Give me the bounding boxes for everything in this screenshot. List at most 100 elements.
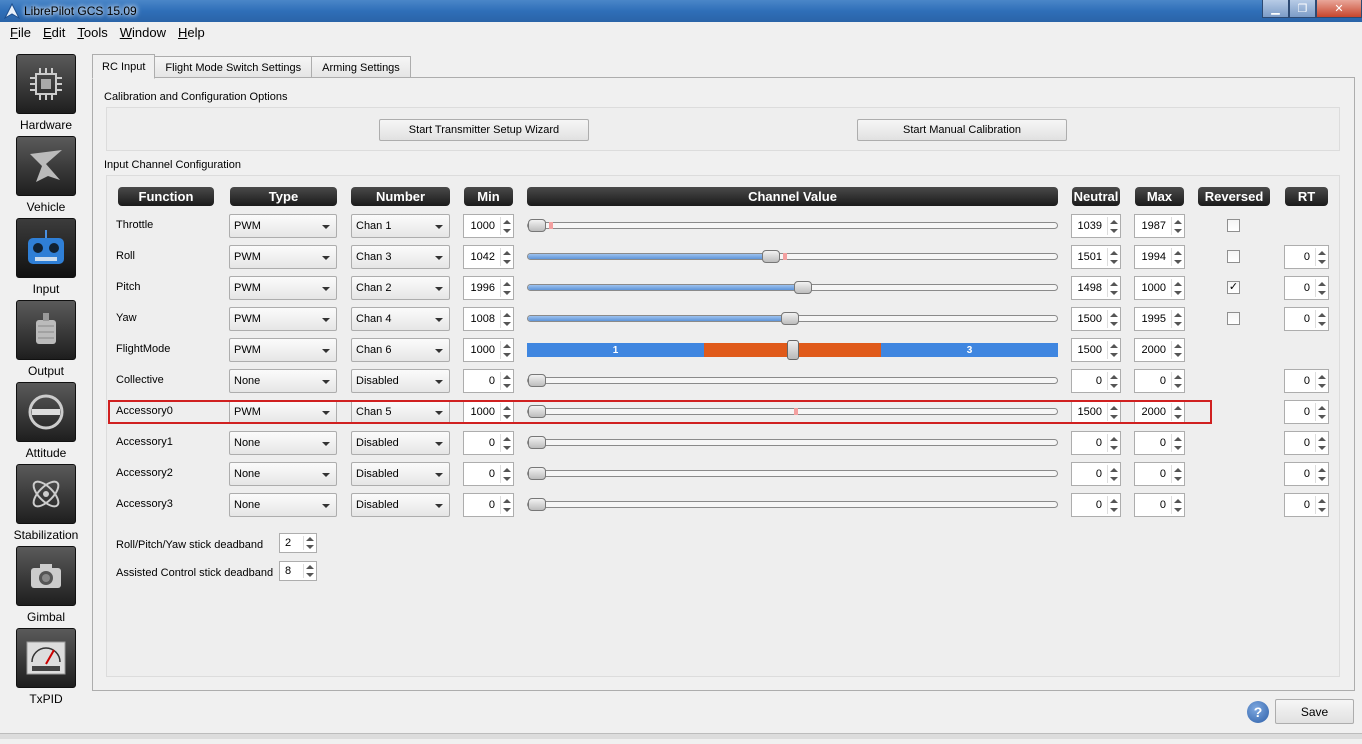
spin-down-arrow-icon[interactable] bbox=[1110, 291, 1118, 295]
spin-up-arrow-icon[interactable] bbox=[1110, 220, 1118, 224]
spin-up-arrow-icon[interactable] bbox=[1318, 251, 1326, 255]
spin-down-arrow-icon[interactable] bbox=[1318, 446, 1326, 450]
spin-down-arrow-icon[interactable] bbox=[1318, 384, 1326, 388]
spin-up-arrow-icon[interactable] bbox=[1174, 220, 1182, 224]
type-select[interactable]: None bbox=[229, 431, 337, 455]
spin-up-arrow-icon[interactable] bbox=[1318, 375, 1326, 379]
spin-down-arrow-icon[interactable] bbox=[1174, 446, 1182, 450]
spin-down-arrow-icon[interactable] bbox=[1174, 508, 1182, 512]
channel-value-slider[interactable] bbox=[527, 498, 1058, 511]
spin-up-arrow-icon[interactable] bbox=[503, 499, 511, 503]
spin-up-arrow-icon[interactable] bbox=[503, 468, 511, 472]
menu-tools[interactable]: Tools bbox=[71, 25, 113, 40]
spin-up-arrow-icon[interactable] bbox=[1174, 282, 1182, 286]
neutral-spinbox[interactable]: 0 bbox=[1071, 493, 1121, 517]
neutral-spinbox[interactable]: 1498 bbox=[1071, 276, 1121, 300]
neutral-spinbox[interactable]: 1501 bbox=[1071, 245, 1121, 269]
type-select[interactable]: None bbox=[229, 369, 337, 393]
spin-down-arrow-icon[interactable] bbox=[1174, 291, 1182, 295]
spin-up-arrow-icon[interactable] bbox=[503, 251, 511, 255]
spin-down-arrow-icon[interactable] bbox=[1174, 229, 1182, 233]
min-spinbox[interactable]: 0 bbox=[463, 462, 514, 486]
max-spinbox[interactable]: 1995 bbox=[1134, 307, 1185, 331]
spin-down-arrow-icon[interactable] bbox=[1110, 260, 1118, 264]
max-spinbox[interactable]: 2000 bbox=[1134, 338, 1185, 362]
flight-mode-handle[interactable] bbox=[786, 340, 799, 360]
spin-down-arrow-icon[interactable] bbox=[503, 446, 511, 450]
reversed-checkbox[interactable]: ✓ bbox=[1227, 281, 1240, 294]
channel-value-slider[interactable] bbox=[527, 374, 1058, 387]
max-spinbox[interactable]: 0 bbox=[1134, 431, 1185, 455]
type-select[interactable]: None bbox=[229, 493, 337, 517]
number-select[interactable]: Chan 2 bbox=[351, 276, 450, 300]
neutral-spinbox[interactable]: 1500 bbox=[1071, 338, 1121, 362]
channel-value-slider[interactable] bbox=[527, 312, 1058, 325]
spin-up-arrow-icon[interactable] bbox=[1110, 313, 1118, 317]
max-spinbox[interactable]: 1987 bbox=[1134, 214, 1185, 238]
spin-down-arrow-icon[interactable] bbox=[1110, 446, 1118, 450]
spin-up-arrow-icon[interactable] bbox=[1318, 282, 1326, 286]
spin-up-arrow-icon[interactable] bbox=[1110, 499, 1118, 503]
spin-up-arrow-icon[interactable] bbox=[1174, 499, 1182, 503]
spin-up-arrow-icon[interactable] bbox=[1174, 251, 1182, 255]
rpy-deadband-spinbox[interactable]: 2 bbox=[279, 533, 317, 553]
max-spinbox[interactable]: 0 bbox=[1134, 493, 1185, 517]
slider-handle[interactable] bbox=[528, 436, 546, 449]
menu-file[interactable]: File bbox=[4, 25, 37, 40]
spin-down-arrow-icon[interactable] bbox=[503, 508, 511, 512]
menu-help[interactable]: Help bbox=[172, 25, 211, 40]
type-select[interactable]: PWM bbox=[229, 276, 337, 300]
sidebar-item-vehicle[interactable]: Vehicle bbox=[4, 126, 88, 214]
min-spinbox[interactable]: 1996 bbox=[463, 276, 514, 300]
spin-up-arrow-icon[interactable] bbox=[1110, 437, 1118, 441]
assisted-deadband-spinbox[interactable]: 8 bbox=[279, 561, 317, 581]
spin-up-arrow-icon[interactable] bbox=[1174, 437, 1182, 441]
spin-down-arrow-icon[interactable] bbox=[1174, 477, 1182, 481]
spin-down-arrow-icon[interactable] bbox=[1110, 322, 1118, 326]
spin-down-arrow-icon[interactable] bbox=[503, 477, 511, 481]
rt-spinbox[interactable]: 0 bbox=[1284, 369, 1329, 393]
maximize-button[interactable]: ❐ bbox=[1289, 0, 1316, 18]
sidebar-item-txpid[interactable]: TxPID bbox=[4, 618, 88, 706]
max-spinbox[interactable]: 1994 bbox=[1134, 245, 1185, 269]
spin-up-arrow-icon[interactable] bbox=[1174, 344, 1182, 348]
channel-value-slider[interactable] bbox=[527, 436, 1058, 449]
spin-up-arrow-icon[interactable] bbox=[503, 282, 511, 286]
type-select[interactable]: None bbox=[229, 462, 337, 486]
number-select[interactable]: Chan 4 bbox=[351, 307, 450, 331]
tab-rc-input[interactable]: RC Input bbox=[92, 54, 156, 79]
max-spinbox[interactable]: 1000 bbox=[1134, 276, 1185, 300]
spin-down-arrow-icon[interactable] bbox=[1110, 353, 1118, 357]
spin-down-arrow-icon[interactable] bbox=[1318, 260, 1326, 264]
channel-value-slider[interactable] bbox=[527, 467, 1058, 480]
spin-down-arrow-icon[interactable] bbox=[503, 260, 511, 264]
neutral-spinbox[interactable]: 0 bbox=[1071, 462, 1121, 486]
spin-down-arrow-icon[interactable] bbox=[1318, 291, 1326, 295]
help-icon[interactable]: ? bbox=[1247, 701, 1269, 723]
channel-value-slider[interactable] bbox=[527, 250, 1058, 263]
spin-up-arrow-icon[interactable] bbox=[1110, 344, 1118, 348]
spin-up-arrow-icon[interactable] bbox=[1174, 375, 1182, 379]
sidebar-item-hardware[interactable]: Hardware bbox=[4, 44, 88, 132]
reversed-checkbox[interactable] bbox=[1227, 219, 1240, 232]
spin-down-arrow-icon[interactable] bbox=[1174, 353, 1182, 357]
spin-down-arrow-icon[interactable] bbox=[1318, 415, 1326, 419]
type-select[interactable]: PWM bbox=[229, 307, 337, 331]
spin-up-arrow-icon[interactable] bbox=[1174, 468, 1182, 472]
channel-value-slider[interactable] bbox=[527, 281, 1058, 294]
spin-up-arrow-icon[interactable] bbox=[1318, 499, 1326, 503]
spin-down-arrow-icon[interactable] bbox=[1110, 384, 1118, 388]
sidebar-item-gimbal[interactable]: Gimbal bbox=[4, 536, 88, 624]
spin-up-arrow-icon[interactable] bbox=[1110, 251, 1118, 255]
start-transmitter-wizard-button[interactable]: Start Transmitter Setup Wizard bbox=[379, 119, 589, 141]
number-select[interactable]: Chan 3 bbox=[351, 245, 450, 269]
number-select[interactable]: Disabled bbox=[351, 431, 450, 455]
slider-handle[interactable] bbox=[762, 250, 781, 263]
spin-up-arrow-icon[interactable] bbox=[1318, 313, 1326, 317]
spin-up-arrow-icon[interactable] bbox=[503, 220, 511, 224]
type-select[interactable]: PWM bbox=[229, 214, 337, 238]
spin-down-arrow-icon[interactable] bbox=[1318, 322, 1326, 326]
max-spinbox[interactable]: 0 bbox=[1134, 369, 1185, 393]
reversed-checkbox[interactable] bbox=[1227, 312, 1240, 325]
rt-spinbox[interactable]: 0 bbox=[1284, 462, 1329, 486]
